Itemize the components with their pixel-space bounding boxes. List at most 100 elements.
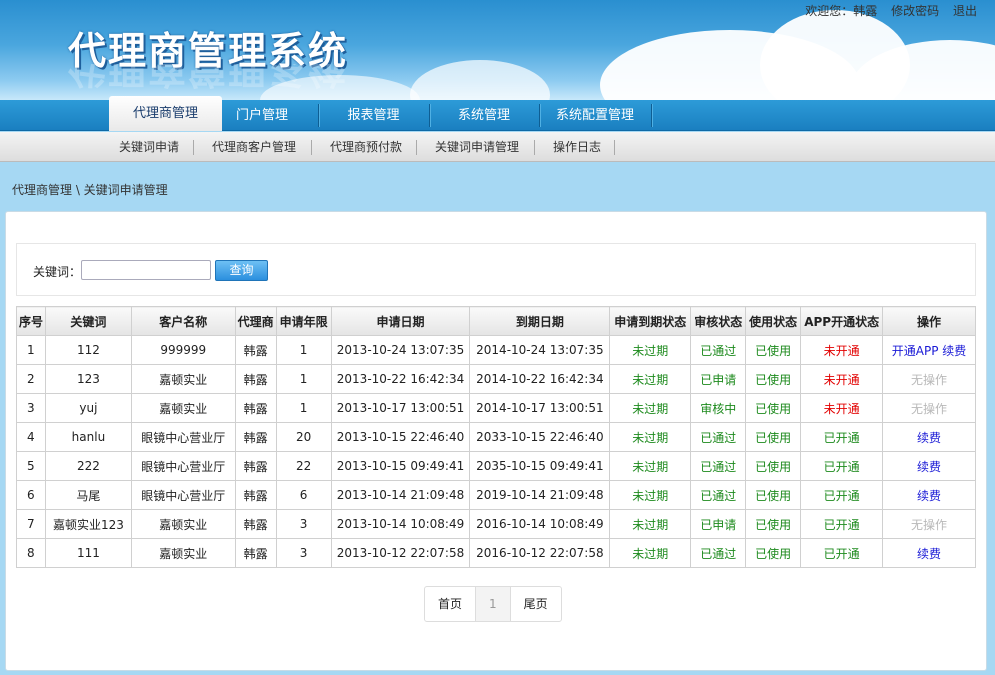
- cell-years: 22: [275, 451, 332, 481]
- cell-keyword: 嘉顿实业123: [45, 509, 132, 539]
- subnav-separator: [614, 140, 615, 155]
- cell-audit-status: 已通过: [690, 538, 747, 568]
- cell-apply-date: 2013-10-17 13:00:51: [330, 393, 471, 423]
- cell-audit-status: 审核中: [690, 393, 747, 423]
- cell-actions: 续费: [882, 480, 976, 510]
- cell-keyword: 222: [45, 451, 132, 481]
- cell-audit-status: 已通过: [690, 335, 747, 365]
- subnav-separator: [311, 140, 312, 155]
- breadcrumb: 代理商管理 \ 关键词申请管理: [12, 183, 168, 197]
- cell-expire-status: 未过期: [609, 451, 692, 481]
- col-header: APP开通状态: [800, 306, 884, 336]
- cell-agent: 韩露: [234, 393, 277, 423]
- cell-apply-date: 2013-10-14 10:08:49: [330, 509, 471, 539]
- cell-years: 1: [275, 335, 332, 365]
- table-row: 7 嘉顿实业123 嘉顿实业 韩露 3 2013-10-14 10:08:49 …: [15, 509, 976, 539]
- subnav-operation-log[interactable]: 操作日志: [553, 132, 601, 162]
- cell-app-status: 未开通: [800, 335, 884, 365]
- cell-no: 6: [15, 480, 47, 510]
- col-header: 代理商: [234, 306, 277, 336]
- subnav-separator: [193, 140, 194, 155]
- table-row: 4 hanlu 眼镜中心营业厅 韩露 20 2013-10-15 22:46:4…: [15, 422, 976, 452]
- cell-use-status: 已使用: [745, 509, 802, 539]
- keyword-search-input[interactable]: [81, 260, 211, 280]
- cell-use-status: 已使用: [745, 451, 802, 481]
- cell-client: 眼镜中心营业厅: [130, 451, 236, 481]
- open-app-link[interactable]: 开通APP: [892, 344, 939, 358]
- cell-apply-date: 2013-10-12 22:07:58: [330, 538, 471, 568]
- cell-client: 眼镜中心营业厅: [130, 480, 236, 510]
- logout-link[interactable]: 退出: [953, 4, 977, 18]
- col-header: 申请到期状态: [609, 306, 692, 336]
- cell-client: 嘉顿实业: [130, 538, 236, 568]
- cell-app-status: 已开通: [800, 422, 884, 452]
- col-header: 审核状态: [690, 306, 747, 336]
- cell-expire-date: 2014-10-22 16:42:34: [469, 364, 611, 394]
- subnav-keyword-apply[interactable]: 关键词申请: [119, 132, 179, 162]
- pagination: 首页 1 尾页: [424, 586, 562, 622]
- cell-expire-date: 2016-10-14 10:08:49: [469, 509, 611, 539]
- cell-client: 999999: [130, 335, 236, 365]
- cell-actions: 续费: [882, 451, 976, 481]
- cell-expire-date: 2016-10-12 22:07:58: [469, 538, 611, 568]
- subnav-separator: [416, 140, 417, 155]
- subnav-agent-clients[interactable]: 代理商客户管理: [212, 132, 296, 162]
- cell-app-status: 未开通: [800, 393, 884, 423]
- nav-tab-portal-management[interactable]: 门户管理: [206, 100, 318, 131]
- query-button[interactable]: 查询: [215, 260, 268, 281]
- last-page-button[interactable]: 尾页: [511, 587, 561, 621]
- main-nav: 代理商管理 门户管理 报表管理 系统管理 系统配置管理: [0, 96, 995, 131]
- renew-link[interactable]: 续费: [917, 460, 941, 474]
- cell-no: 8: [15, 538, 47, 568]
- first-page-button[interactable]: 首页: [425, 587, 477, 621]
- cell-keyword: 马尾: [45, 480, 132, 510]
- cell-use-status: 已使用: [745, 393, 802, 423]
- cell-apply-date: 2013-10-15 09:49:41: [330, 451, 471, 481]
- cell-client: 嘉顿实业: [130, 364, 236, 394]
- cell-apply-date: 2013-10-22 16:42:34: [330, 364, 471, 394]
- current-page-number: 1: [476, 587, 511, 621]
- sub-nav: 关键词申请 代理商客户管理 代理商预付款 关键词申请管理 操作日志: [0, 132, 995, 162]
- keyword-apply-table: 序号 关键词 客户名称 代理商 申请年限 申请日期 到期日期 申请到期状态 审核…: [15, 306, 976, 568]
- col-header: 操作: [882, 306, 976, 336]
- col-header: 客户名称: [130, 306, 236, 336]
- cell-years: 3: [275, 509, 332, 539]
- table-row: 3 yuj 嘉顿实业 韩露 1 2013-10-17 13:00:51 2014…: [15, 393, 976, 423]
- cell-apply-date: 2013-10-15 22:46:40: [330, 422, 471, 452]
- cell-apply-date: 2013-10-14 21:09:48: [330, 480, 471, 510]
- nav-tab-system-management[interactable]: 系统管理: [429, 100, 539, 131]
- cell-use-status: 已使用: [745, 538, 802, 568]
- cell-expire-date: 2019-10-14 21:09:48: [469, 480, 611, 510]
- cell-no: 2: [15, 364, 47, 394]
- cell-keyword: 112: [45, 335, 132, 365]
- table-row: 8 111 嘉顿实业 韩露 3 2013-10-12 22:07:58 2016…: [15, 538, 976, 568]
- cell-audit-status: 已通过: [690, 451, 747, 481]
- cell-no: 4: [15, 422, 47, 452]
- header-banner: 代理商管理系统 代理商管理系统 欢迎您：韩露 修改密码 退出: [0, 0, 995, 100]
- change-password-link[interactable]: 修改密码: [891, 4, 939, 18]
- cell-actions: 开通APP 续费: [882, 335, 976, 365]
- cell-app-status: 已开通: [800, 538, 884, 568]
- cell-apply-date: 2013-10-24 13:07:35: [330, 335, 471, 365]
- cell-client: 嘉顿实业: [130, 393, 236, 423]
- nav-tab-system-config[interactable]: 系统配置管理: [539, 100, 651, 131]
- cell-audit-status: 已申请: [690, 364, 747, 394]
- cell-expire-date: 2033-10-15 22:46:40: [469, 422, 611, 452]
- col-header: 申请日期: [330, 306, 471, 336]
- nav-tab-report-management[interactable]: 报表管理: [318, 100, 429, 131]
- cell-use-status: 已使用: [745, 480, 802, 510]
- subnav-keyword-apply-management[interactable]: 关键词申请管理: [435, 132, 519, 162]
- cell-client: 嘉顿实业: [130, 509, 236, 539]
- subnav-agent-prepay[interactable]: 代理商预付款: [330, 132, 402, 162]
- cell-expire-status: 未过期: [609, 509, 692, 539]
- col-header: 使用状态: [745, 306, 802, 336]
- content-panel: 关键词： 查询 序号 关键词 客户名称 代理商 申请年限 申请日期 到期日期 申…: [5, 211, 987, 671]
- renew-link[interactable]: 续费: [917, 431, 941, 445]
- renew-link[interactable]: 续费: [942, 344, 966, 358]
- no-action-text: 无操作: [882, 393, 976, 423]
- renew-link[interactable]: 续费: [917, 547, 941, 561]
- renew-link[interactable]: 续费: [917, 489, 941, 503]
- cell-no: 5: [15, 451, 47, 481]
- cell-actions: 续费: [882, 422, 976, 452]
- cell-agent: 韩露: [234, 364, 277, 394]
